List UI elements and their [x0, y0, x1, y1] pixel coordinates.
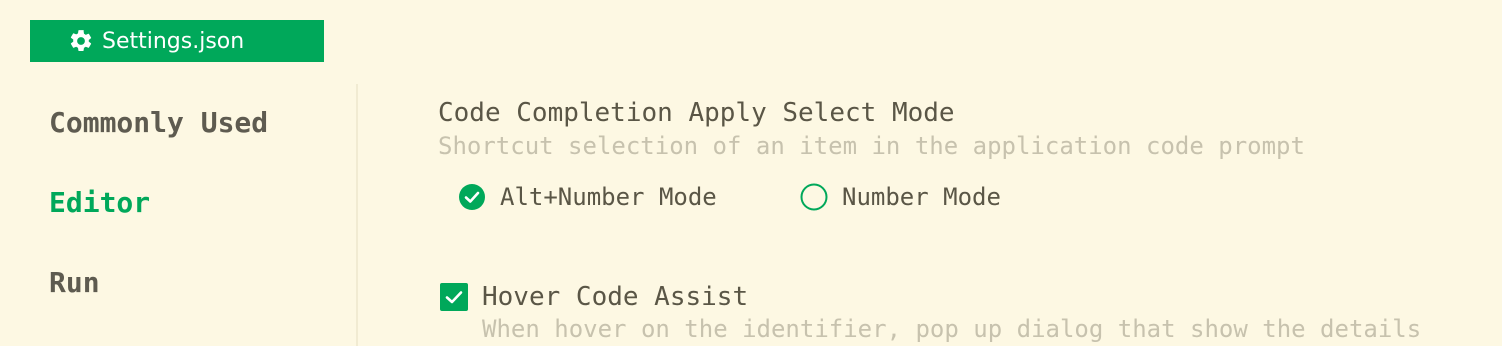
- radio-unchecked-icon: [800, 183, 828, 211]
- radio-number-label: Number Mode: [842, 183, 1001, 211]
- settings-json-label: Settings.json: [102, 28, 245, 54]
- completion-mode-title: Code Completion Apply Select Mode: [438, 98, 955, 128]
- sidebar-item-commonly-used[interactable]: Commonly Used: [49, 106, 268, 139]
- hover-code-assist-description: When hover on the identifier, pop up dia…: [482, 315, 1422, 343]
- radio-checked-icon: [459, 184, 485, 210]
- radio-number-mode[interactable]: Number Mode: [800, 183, 1001, 211]
- hover-code-assist-label: Hover Code Assist: [482, 282, 749, 312]
- gear-icon: [70, 30, 92, 51]
- radio-alt-number-label: Alt+Number Mode: [500, 183, 717, 211]
- sidebar-item-editor[interactable]: Editor: [49, 186, 150, 219]
- completion-mode-description: Shortcut selection of an item in the app…: [438, 132, 1305, 160]
- settings-json-button[interactable]: Settings.json: [30, 20, 324, 62]
- checkbox-checked-icon: [440, 283, 468, 311]
- sidebar-item-run[interactable]: Run: [49, 266, 100, 299]
- radio-alt-number-mode[interactable]: Alt+Number Mode: [458, 183, 717, 211]
- hover-code-assist-checkbox[interactable]: Hover Code Assist: [440, 282, 748, 312]
- sidebar-divider: [356, 84, 358, 346]
